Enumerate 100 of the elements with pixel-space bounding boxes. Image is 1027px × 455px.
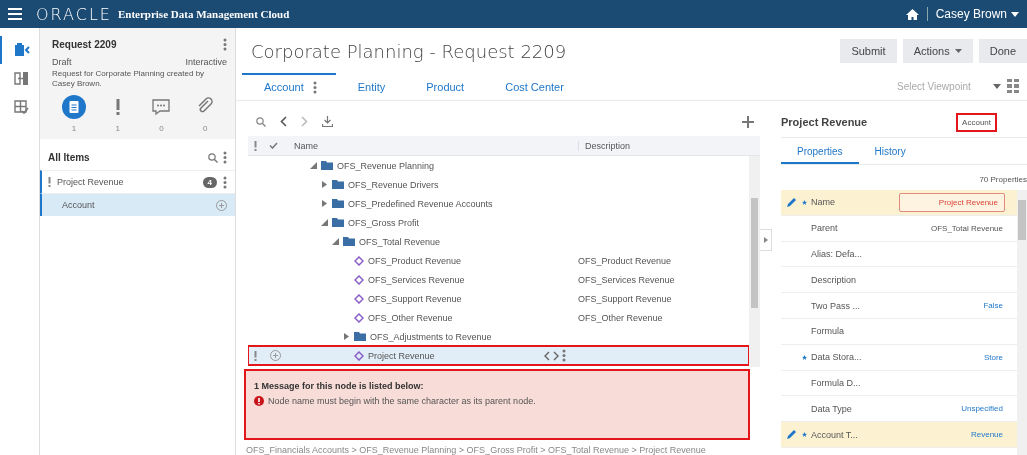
property-label: Formula [811,326,845,337]
expand-icon[interactable] [321,200,328,208]
property-label: Name [811,197,836,208]
property-row[interactable]: Data Stora... Store [781,344,1017,371]
tab[interactable]: Properties [781,140,859,164]
collapse-icon[interactable] [321,219,328,227]
folder-icon [354,332,366,342]
tree-row[interactable]: OFS_Predefined Revenue Accounts [248,194,749,214]
tab[interactable]: Entity [335,73,405,99]
property-value[interactable]: Store [983,352,1017,362]
error-icon [254,395,264,406]
property-value[interactable]: Unspecified [961,404,1017,414]
collapse-icon[interactable] [332,238,339,246]
toolbar-button[interactable]: Done [978,39,1027,63]
property-count: 70 Properties [979,175,1027,184]
node-description: OFS_Other Revenue [578,312,663,323]
property-label: Description [811,274,858,285]
message-title: 1 Message for this node is listed below: [254,380,425,391]
grid-view-icon[interactable] [1007,79,1019,93]
node-name: OFS_Other Revenue [368,312,453,323]
tree-row[interactable]: OFS_Adjustments to Revenue [248,327,749,347]
node-description: OFS_Product Revenue [578,255,672,266]
counter-value: 1 [115,124,120,133]
pencil-icon [786,429,797,441]
download-icon[interactable] [322,116,333,128]
tab[interactable]: Cost Center [483,73,583,99]
add-icon[interactable] [216,199,227,211]
tree-row[interactable]: OFS_Total Revenue [248,232,749,252]
tree-row[interactable]: OFS_Revenue Planning [248,156,749,176]
folder-icon [343,237,355,247]
logo: ORACLE [36,4,112,24]
counter-value: 1 [71,124,77,133]
property-value[interactable]: False [983,301,1017,311]
scrollbar[interactable] [1017,190,1027,455]
property-row[interactable]: Account T... Revenue [781,422,1017,448]
kebab-icon[interactable] [223,38,227,51]
node-name: OFS_Product Revenue [368,255,462,266]
message-text: Node name must begin with the same character as its parent node. [268,395,536,406]
search-icon[interactable] [256,116,266,127]
node-name: OFS_Revenue Drivers [348,179,439,190]
node-name: OFS_Support Revenue [368,293,462,304]
property-value[interactable]: Revenue [970,430,1017,440]
scrollbar[interactable] [749,156,760,367]
exclamation-icon [254,140,257,151]
diamond-icon [354,312,364,323]
kebab-icon[interactable] [223,151,227,164]
actions-menu-button[interactable]: Actions [902,39,973,63]
node-name: Project Revenue [368,350,435,361]
folder-icon [321,161,333,171]
tab-menu-icon[interactable] [312,80,317,94]
list-title: All Items [48,152,90,163]
list-item[interactable]: Account [40,193,235,216]
user-menu[interactable]: Casey Brown [935,7,1019,21]
search-icon[interactable] [208,152,218,163]
clipboard-icon[interactable] [61,95,86,119]
back-icon[interactable] [280,116,287,128]
expand-icon[interactable] [321,181,328,189]
column-header[interactable]: Name [288,140,578,151]
add-icon[interactable] [742,115,754,128]
check-icon [269,142,278,150]
viewpoint-select[interactable]: Select Viewpoint [895,79,987,93]
node-name: OFS_Revenue Planning [337,160,435,171]
diamond-icon [354,350,364,361]
request-mode: Interactive [185,57,227,67]
breadcrumb: OFS_Financials Accounts > OFS_Revenue Planning > OFS_Gross Profit > OFS_Total Revenue > Project Revenue [246,445,707,455]
product-name: Enterprise Data Management Cloud [117,8,290,20]
menu-icon[interactable] [8,8,22,20]
property-label: Data Stora... [811,352,863,363]
tree-row[interactable]: OFS_Services Revenue OFS_Services Revenue [248,270,749,290]
collapse-handle[interactable] [759,229,772,251]
node-name: OFS_Gross Profit [348,217,419,228]
caret-icon [954,49,962,53]
tab[interactable]: Account [242,73,336,99]
tab[interactable]: Product [404,73,484,99]
property-row[interactable]: Two Pass ... False [781,293,1017,319]
add-icon[interactable] [270,350,281,362]
tab[interactable]: History [858,140,922,164]
property-label: Two Pass ... [811,300,862,311]
property-row[interactable]: Name Project Revenue [781,190,1017,216]
expand-icon[interactable] [343,333,350,341]
toolbar-button[interactable]: Submit [840,39,897,63]
node-name: OFS_Services Revenue [368,274,465,285]
tree-row[interactable]: OFS_Gross Profit [248,213,749,233]
tree-row[interactable]: Project Revenue [248,346,749,366]
next-icon[interactable] [553,350,559,361]
kebab-icon[interactable] [562,349,566,363]
tree-row[interactable]: OFS_Revenue Drivers [248,175,749,195]
collapse-icon[interactable] [310,162,317,170]
name-field[interactable]: Project Revenue [899,192,1005,212]
home-icon[interactable] [905,8,919,20]
tree-row[interactable]: OFS_Product Revenue OFS_Product Revenue [248,251,749,271]
column-header[interactable]: Description [578,140,760,151]
node-name: OFS_Adjustments to Revenue [370,331,492,342]
tree-row[interactable]: OFS_Support Revenue OFS_Support Revenue [248,289,749,309]
tree-row[interactable]: OFS_Other Revenue OFS_Other Revenue [248,308,749,328]
kebab-icon[interactable] [223,175,227,189]
diamond-icon [354,293,364,304]
node-name: OFS_Total Revenue [359,236,441,247]
caret-icon[interactable] [993,83,1001,89]
previous-icon[interactable] [544,350,550,361]
